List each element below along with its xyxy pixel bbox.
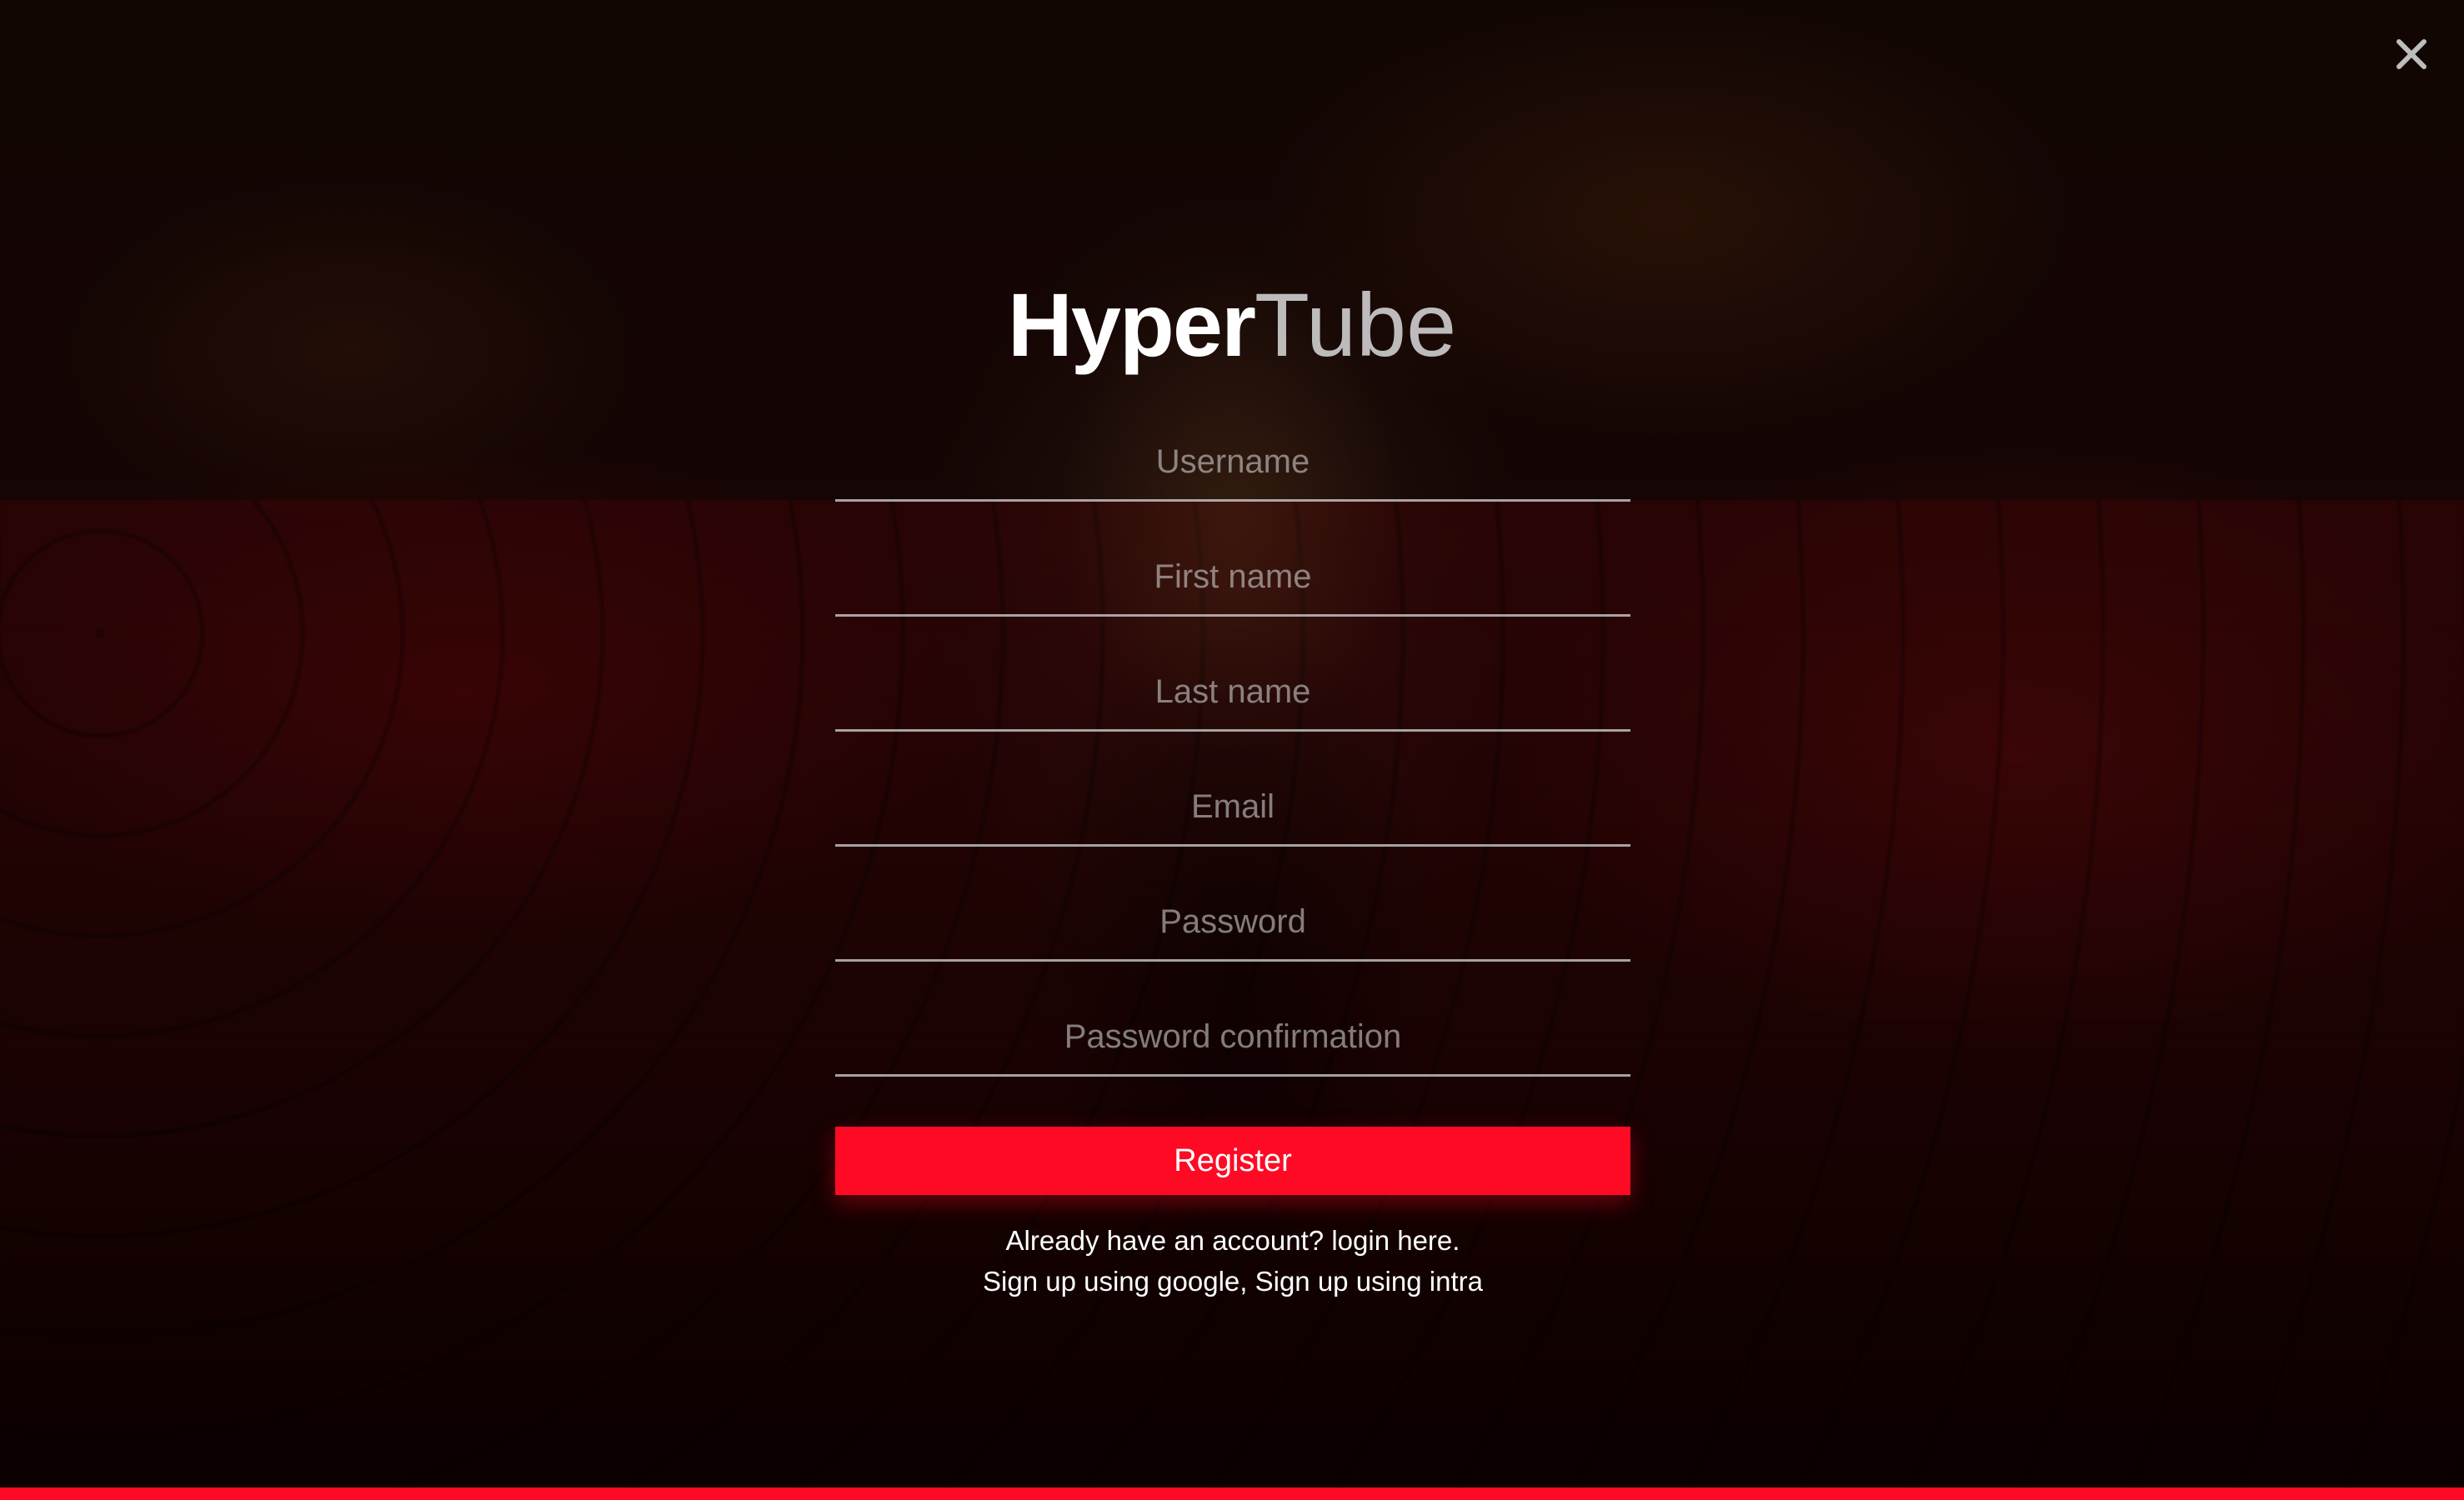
signup-google-link[interactable]: Sign up using google, (983, 1266, 1247, 1297)
login-line: Already have an account? login here. (835, 1220, 1630, 1261)
already-account-text: Already have an account? (1005, 1225, 1325, 1256)
username-field-wrapper (835, 433, 1630, 502)
email-field-wrapper (835, 732, 1630, 847)
password-input[interactable] (835, 895, 1630, 962)
signup-line: Sign up using google, Sign up using intr… (835, 1261, 1630, 1302)
logo-bold-text: Hyper (1007, 274, 1256, 375)
register-form: Register Already have an account? login … (835, 433, 1630, 1302)
signup-intra-link[interactable]: Sign up using intra (1255, 1266, 1483, 1297)
close-button[interactable] (2394, 37, 2429, 72)
bottom-accent-bar (0, 1488, 2464, 1500)
auth-links: Already have an account? login here. Sig… (835, 1220, 1630, 1302)
password-field-wrapper (835, 847, 1630, 962)
last-name-input[interactable] (835, 665, 1630, 732)
password-confirmation-input[interactable] (835, 1010, 1630, 1077)
username-input[interactable] (835, 435, 1630, 502)
login-link[interactable]: login here. (1331, 1225, 1460, 1256)
register-button[interactable]: Register (835, 1127, 1630, 1195)
last-name-field-wrapper (835, 617, 1630, 732)
email-input[interactable] (835, 780, 1630, 847)
first-name-input[interactable] (835, 550, 1630, 617)
app-logo: HyperTube (0, 271, 2464, 379)
password-confirmation-field-wrapper (835, 962, 1630, 1077)
first-name-field-wrapper (835, 502, 1630, 617)
close-icon (2396, 39, 2426, 69)
logo-light-text: Tube (1254, 274, 1457, 375)
